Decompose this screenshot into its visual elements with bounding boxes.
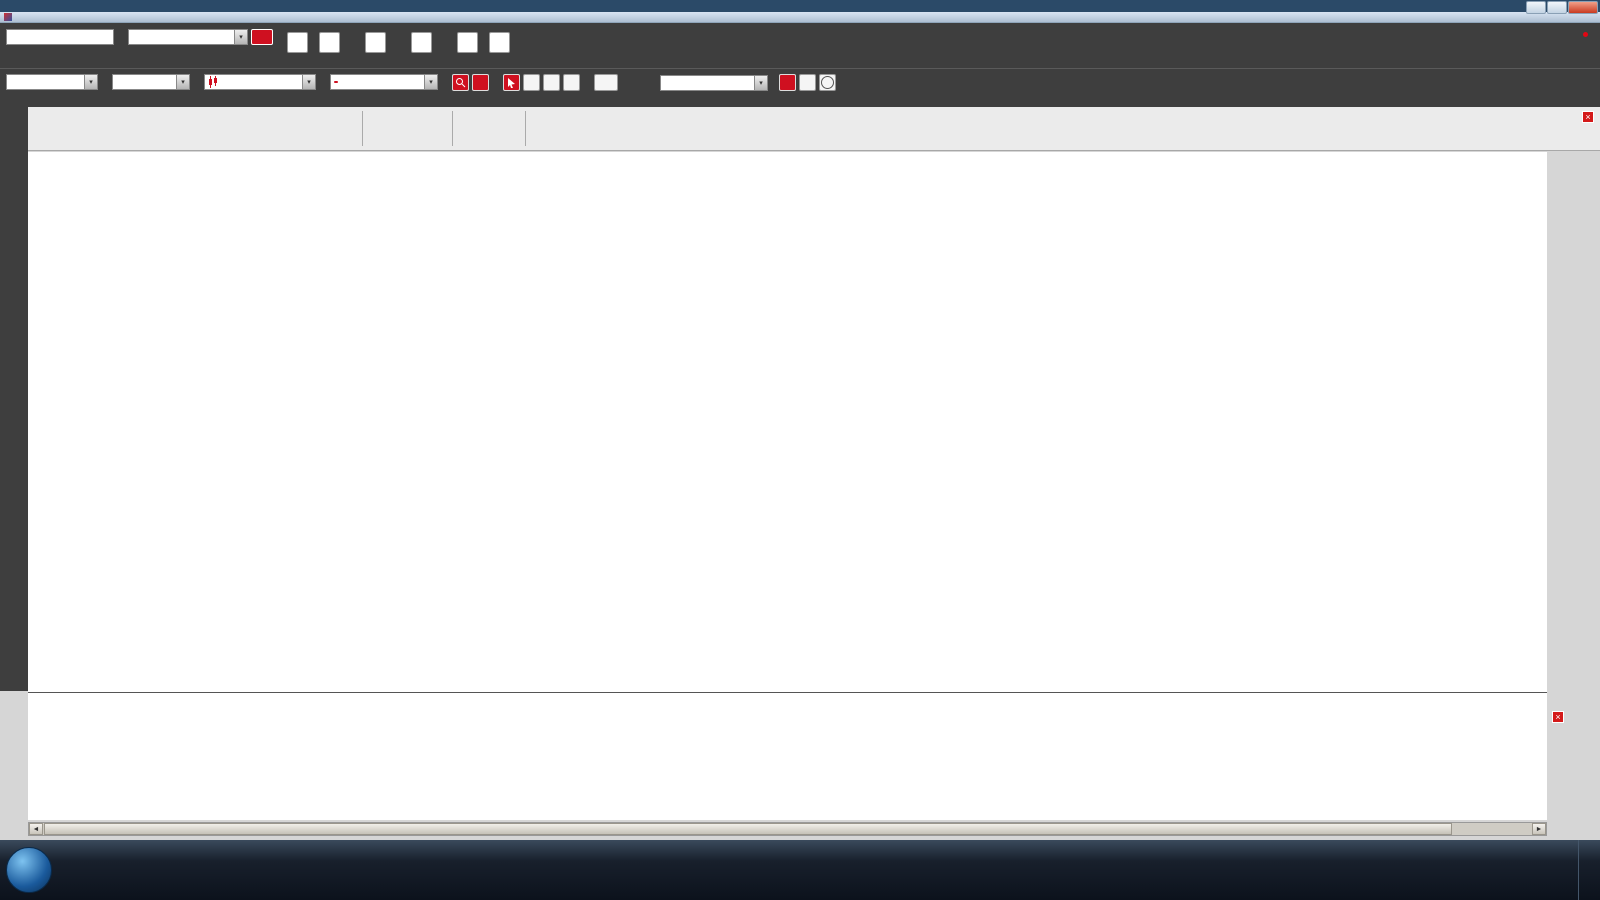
volume-chart-canvas[interactable] [28, 710, 1547, 820]
search-group [6, 26, 114, 65]
left-sidebar [0, 107, 28, 691]
show-desktop-button[interactable] [1578, 840, 1588, 900]
auf-button[interactable] [287, 32, 308, 57]
pattern-tool-button[interactable] [799, 74, 816, 91]
columns-tool-button[interactable] [779, 74, 796, 91]
window-titlebar [0, 12, 1600, 23]
crosshair-cursor-button[interactable] [523, 74, 540, 91]
start-button[interactable] [6, 847, 52, 893]
zeichenelemente-select[interactable]: ▾ [660, 75, 768, 91]
anzeige-select[interactable]: ▾ [6, 74, 98, 90]
chevron-down-icon: ▾ [84, 75, 97, 89]
scroll-right-arrow[interactable]: ► [1532, 823, 1546, 835]
frequenz-select[interactable]: ▾ [112, 74, 190, 90]
divider [362, 111, 363, 146]
divider [452, 111, 453, 146]
cursor-arrow-icon [507, 78, 516, 88]
anzeige-group: ▾ [6, 71, 98, 105]
frequenz-group: ▾ [112, 71, 190, 105]
hilfe-button[interactable] [457, 32, 478, 57]
benchmark-button[interactable] [411, 32, 432, 57]
price-x-axis [28, 692, 1547, 710]
volume-chart-panel [28, 710, 1547, 820]
volume-y-axis [1549, 710, 1589, 820]
vline-cursor-button[interactable] [543, 74, 560, 91]
chevron-down-icon: ▾ [176, 75, 189, 89]
cursor-group [503, 71, 580, 105]
browser-tab-strip [0, 0, 1600, 12]
infobar-close-button[interactable]: × [1582, 111, 1594, 123]
info-toggle-group [594, 71, 618, 105]
price-chart-canvas[interactable] [28, 152, 1547, 692]
skalierung-select[interactable]: ▾ [330, 74, 438, 90]
maximize-button[interactable] [1547, 1, 1567, 14]
chevron-down-icon: ▾ [754, 76, 767, 90]
price-chart-panel [28, 152, 1547, 692]
volume-close-button[interactable]: × [1552, 711, 1564, 723]
search-input[interactable] [6, 29, 114, 45]
candlestick-icon [208, 76, 218, 88]
up-arrow-icon [287, 32, 308, 53]
ok-button[interactable] [251, 29, 273, 45]
info-icon [489, 32, 510, 53]
chart-settings-toolbar: ▾ ▾ ▾ ▾ [0, 68, 1600, 107]
horizontal-scrollbar[interactable]: ◄ ► [28, 822, 1547, 836]
aktualisieren-button[interactable] [365, 32, 386, 57]
scrollbar-thumb[interactable] [44, 823, 1452, 835]
divider [525, 111, 526, 146]
refresh-icon [365, 32, 386, 53]
taskbar [0, 840, 1600, 900]
close-button[interactable] [1568, 1, 1598, 14]
charttyp-group: ▾ [204, 71, 316, 105]
zoom-in-button[interactable] [452, 74, 469, 91]
help-icon [457, 32, 478, 53]
zoom-1-1-button[interactable] [472, 74, 489, 91]
zoom-group [452, 71, 489, 105]
chevron-down-icon: ▾ [234, 30, 247, 44]
main-toolbar: ▾ [0, 23, 1600, 68]
circle-s-icon [821, 76, 834, 89]
system-tray [1547, 840, 1600, 900]
scroll-left-arrow[interactable]: ◄ [29, 823, 43, 835]
info-button[interactable] [489, 32, 510, 57]
windows-flag-icon [20, 860, 38, 880]
stock-info-bar: × [28, 107, 1600, 151]
hline-cursor-button[interactable] [563, 74, 580, 91]
settings-tool-button[interactable] [819, 74, 836, 91]
ab-button[interactable] [319, 32, 340, 57]
wertpapierart-select[interactable]: ▾ [128, 29, 248, 45]
zeichenelemente-group: ▾ [660, 71, 836, 105]
window-controls [1526, 1, 1598, 14]
app-icon [4, 13, 12, 21]
charttyp-select[interactable]: ▾ [204, 74, 316, 90]
abs-badge-icon [334, 81, 338, 83]
benchmark-chart-icon [411, 32, 432, 53]
minimize-button[interactable] [1526, 1, 1546, 14]
wertpapierart-group: ▾ [128, 26, 273, 65]
chevron-down-icon: ▾ [424, 75, 437, 89]
info-off-toggle[interactable] [594, 74, 618, 91]
chevron-down-icon: ▾ [302, 75, 315, 89]
magnifier-icon [455, 77, 466, 88]
price-y-axis [1549, 152, 1583, 692]
down-arrow-icon [319, 32, 340, 53]
skalierung-group: ▾ [330, 71, 438, 105]
cursor-arrow-button[interactable] [503, 74, 520, 91]
